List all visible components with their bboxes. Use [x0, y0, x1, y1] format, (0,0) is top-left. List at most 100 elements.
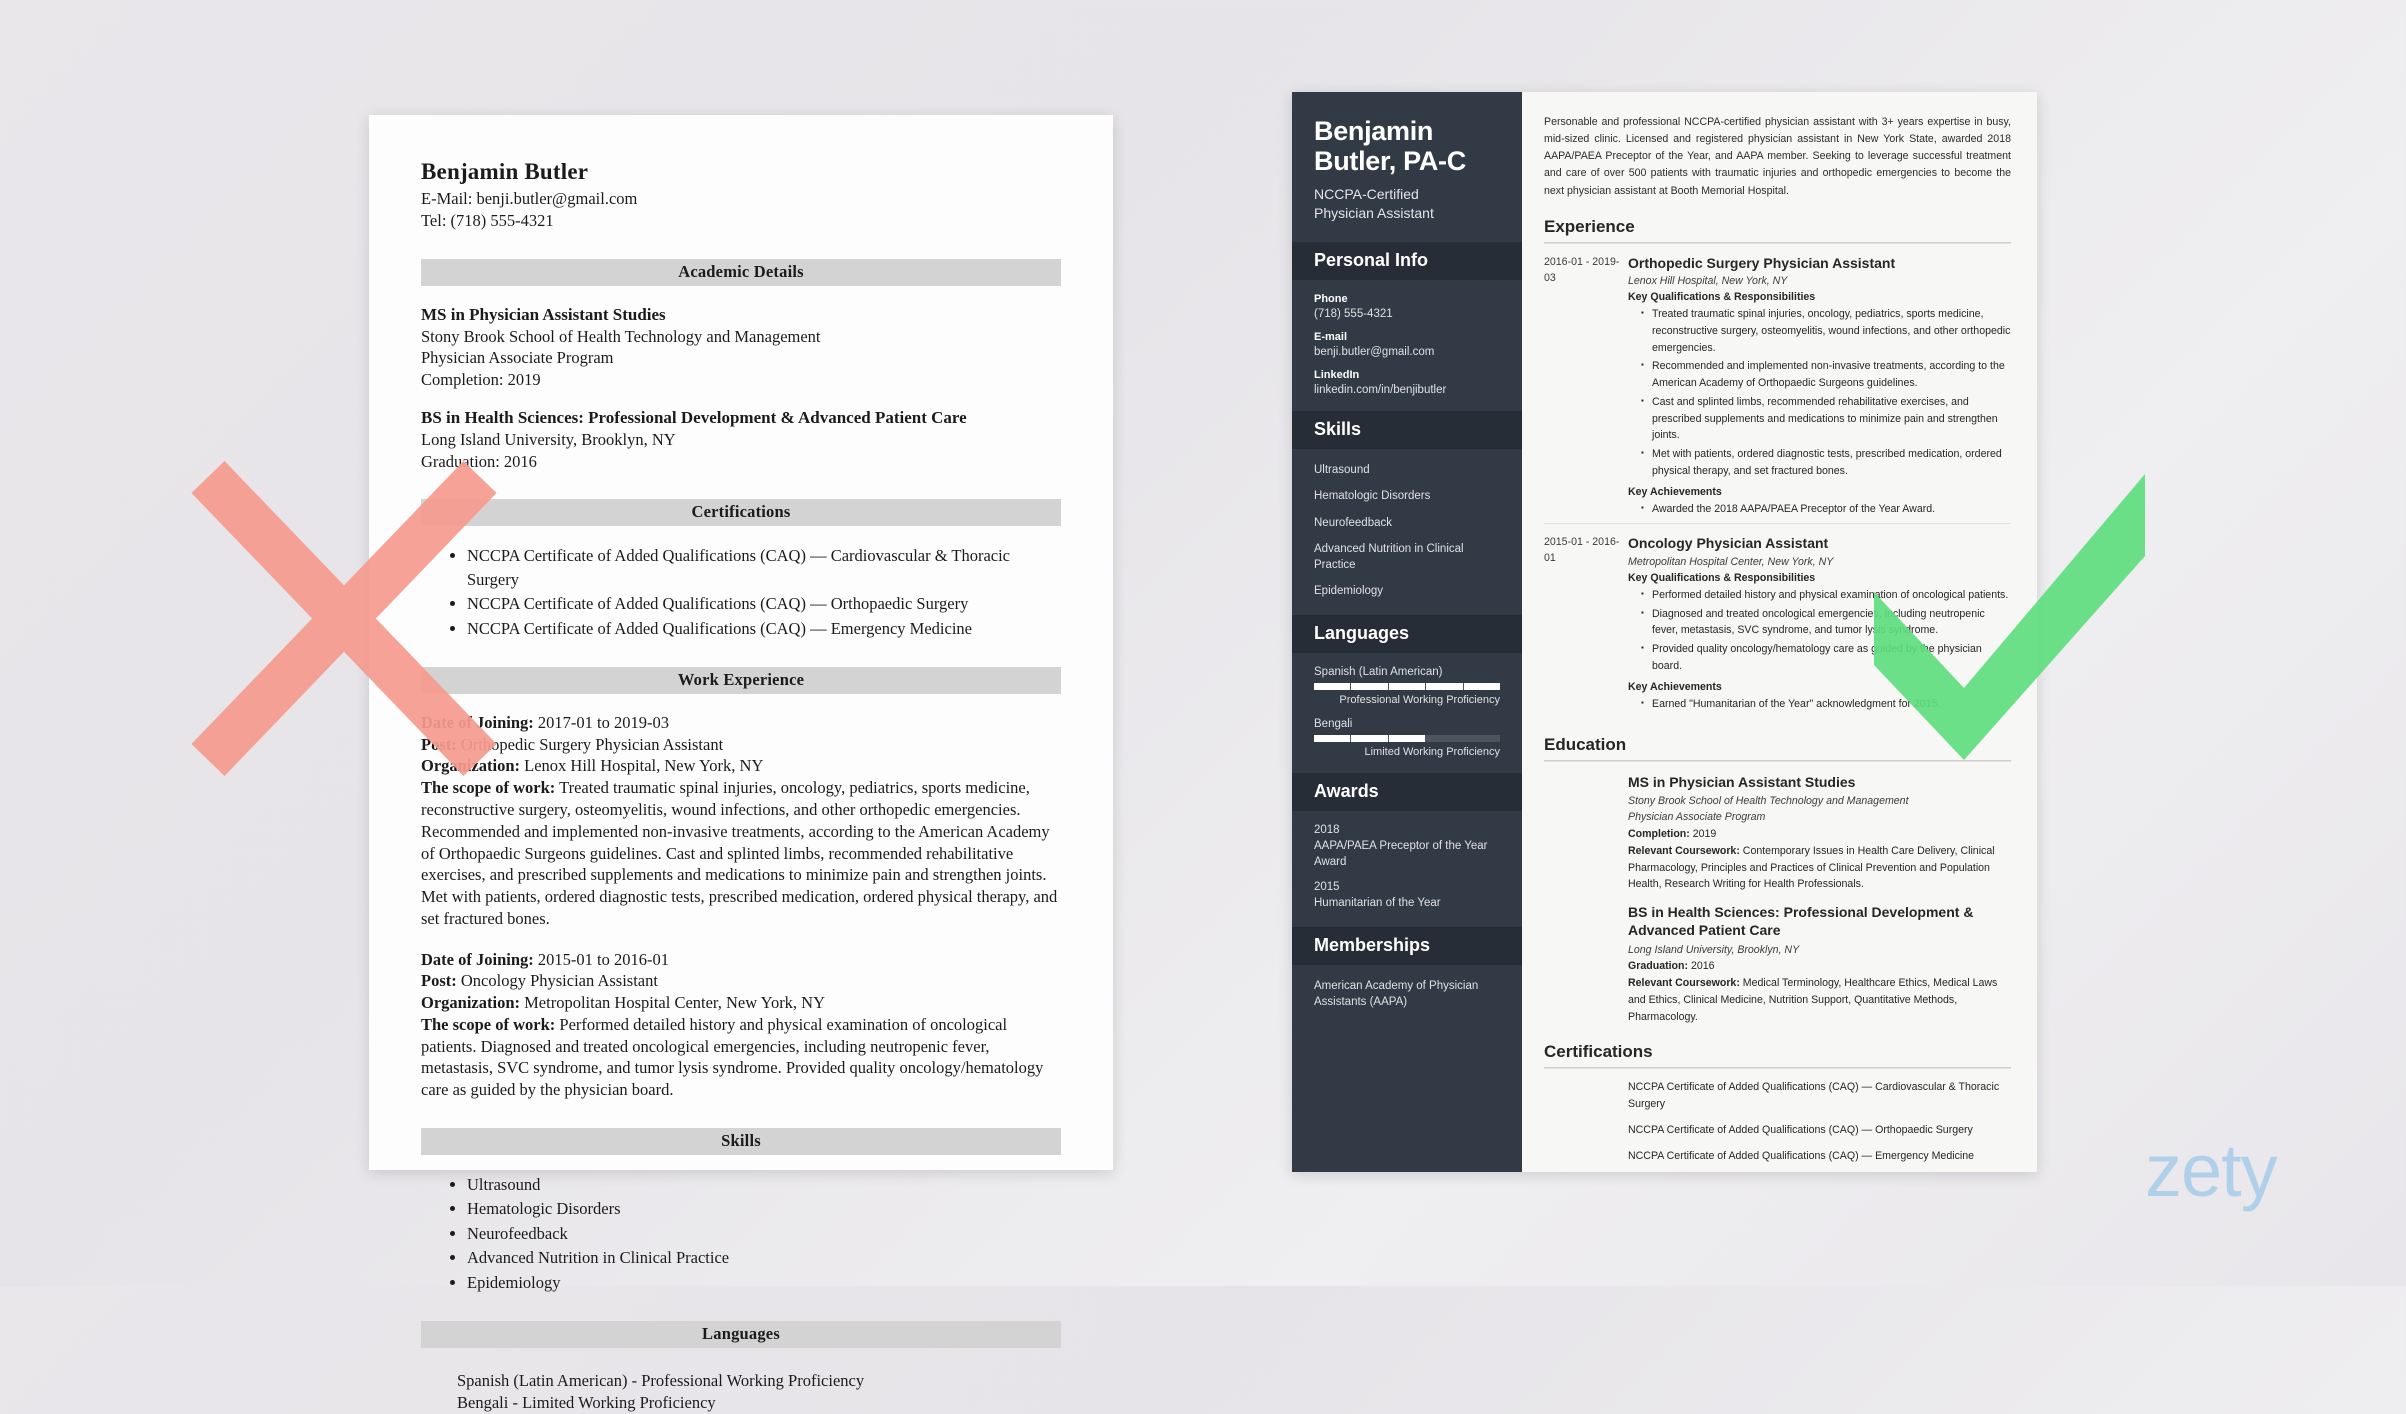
- education-date-value: 2016: [1688, 960, 1715, 973]
- education-degree: MS in Physician Assistant Studies: [1628, 774, 1856, 791]
- work-org: Organization: Lenox Hill Hospital, New Y…: [421, 755, 1061, 777]
- work-post-label: Post:: [421, 734, 457, 754]
- experience-date: 2015-01 - 2016-01: [1544, 536, 1620, 565]
- work-scope-label: The scope of work:: [421, 778, 556, 798]
- certifications-list: NCCPA Certificate of Added Qualification…: [467, 544, 1061, 640]
- education-degree: BS in Health Sciences: Professional Deve…: [1628, 904, 1974, 939]
- bad-resume-name: Benjamin Butler: [421, 159, 589, 184]
- languages-list: Spanish (Latin American) - Professional …: [421, 1366, 1061, 1414]
- work-org-label: Organization:: [421, 993, 520, 1013]
- list-item: Treated traumatic spinal injuries, oncol…: [1641, 306, 2011, 356]
- section-header-work-experience: Work Experience: [421, 666, 1061, 694]
- skills-body: Ultrasound Hematologic Disorders Neurofe…: [1292, 449, 1522, 615]
- coursework-label: Relevant Coursework:: [1628, 977, 1740, 990]
- main-heading-education: Education: [1544, 735, 2011, 762]
- qualifications-heading: Key Qualifications & Responsibilities: [1628, 571, 1816, 584]
- skill-item: Epidemiology: [1314, 585, 1384, 598]
- education-school: Long Island University, Brooklyn, NY: [1628, 943, 1800, 956]
- work-date-value: 2017-01 to 2019-03: [533, 712, 669, 732]
- certification-item: NCCPA Certificate of Added Qualification…: [1628, 1123, 1973, 1136]
- language-level: Limited Working Proficiency: [1364, 745, 1500, 758]
- language-name: Bengali: [1314, 717, 1353, 730]
- language-bar-ticks: [1314, 734, 1500, 742]
- bad-resume-phone: Tel: (718) 555-4321: [421, 210, 554, 230]
- qualifications-list: Performed detailed history and physical …: [1641, 587, 2011, 675]
- candidate-title-line2: Physician Assistant: [1314, 204, 1434, 221]
- language-bar-ticks: [1314, 682, 1500, 690]
- list-item: Performed detailed history and physical …: [1641, 587, 2011, 604]
- coursework-label: Relevant Coursework:: [1628, 844, 1740, 857]
- candidate-name-line1: Benjamin: [1314, 116, 1434, 146]
- section-header-certifications: Certifications: [421, 499, 1061, 527]
- education-date-value: 2019: [1689, 828, 1717, 841]
- work-org-value: Metropolitan Hospital Center, New York, …: [520, 993, 826, 1013]
- work-post-value: Orthopedic Surgery Physician Assistant: [456, 734, 724, 754]
- work-org: Organization: Metropolitan Hospital Cent…: [421, 992, 1061, 1014]
- candidate-title-line1: NCCPA-Certified: [1314, 186, 1419, 203]
- education-program: Physician Associate Program: [421, 348, 614, 368]
- zety-watermark: zety: [2145, 1129, 2278, 1212]
- work-scope: The scope of work: Performed detailed hi…: [421, 1014, 1061, 1101]
- phone-value: (718) 555-4321: [1314, 307, 1393, 320]
- certification-item: NCCPA Certificate of Added Qualification…: [1628, 1149, 1975, 1162]
- education-school: Stony Brook School of Health Technology …: [1628, 795, 1909, 808]
- phone-label: Phone: [1314, 292, 1348, 305]
- list-item: NCCPA Certificate of Added Qualification…: [467, 592, 1061, 615]
- section-header-languages: Languages: [421, 1321, 1061, 1349]
- list-item: Recommended and implemented non-invasive…: [1641, 358, 2011, 391]
- education-date-label: Graduation:: [1628, 960, 1689, 973]
- language-proficiency-bar: [1314, 734, 1500, 742]
- work-scope-value: Treated traumatic spinal injuries, oncol…: [421, 778, 1058, 928]
- education-coursework: Relevant Coursework: Medical Terminology…: [1628, 975, 2011, 1025]
- memberships-body: American Academy of Physician Assistants…: [1292, 965, 1522, 1026]
- list-item: Awarded the 2018 AAPA/PAEA Preceptor of …: [1641, 501, 2011, 518]
- email-value: benji.butler@gmail.com: [1314, 345, 1435, 358]
- award-year: 2015: [1314, 881, 1340, 894]
- list-item: Diagnosed and treated oncological emerge…: [1641, 606, 2011, 639]
- work-date-value: 2015-01 to 2016-01: [533, 949, 669, 969]
- work-date: Date of Joining: 2015-01 to 2016-01: [421, 949, 1061, 971]
- qualifications-list: Treated traumatic spinal injuries, oncol…: [1641, 306, 2011, 479]
- education-entry: MS in Physician Assistant Studies Stony …: [1544, 761, 2011, 1025]
- education-school: Long Island University, Brooklyn, NY: [421, 430, 676, 450]
- list-item: Provided quality oncology/hematology car…: [1641, 641, 2011, 674]
- work-entry: Date of Joining: 2015-01 to 2016-01 Post…: [421, 949, 1061, 1101]
- achievements-heading: Key Achievements: [1628, 485, 1722, 498]
- education-program: Physician Associate Program: [1628, 811, 1766, 824]
- list-item: Met with patients, ordered diagnostic te…: [1641, 446, 2011, 479]
- list-item: Hematologic Disorders: [467, 1197, 1061, 1220]
- certifications-entry: NCCPA Certificate of Added Qualification…: [1544, 1068, 2011, 1164]
- work-scope: The scope of work: Treated traumatic spi…: [421, 777, 1061, 929]
- experience-organization: Lenox Hill Hospital, New York, NY: [1628, 275, 1788, 288]
- linkedin-value: linkedin.com/in/benjibutler: [1314, 383, 1447, 396]
- main-heading-experience: Experience: [1544, 217, 2011, 243]
- qualifications-heading: Key Qualifications & Responsibilities: [1628, 291, 1816, 304]
- sidebar-heading-personal-info: Personal Info: [1292, 241, 1522, 280]
- sidebar-heading-languages: Languages: [1292, 614, 1522, 653]
- experience-organization: Metropolitan Hospital Center, New York, …: [1628, 555, 1834, 568]
- education-entry: BS in Health Sciences: Professional Deve…: [421, 407, 1061, 472]
- award-year: 2018: [1314, 823, 1340, 836]
- resume-sidebar: Benjamin Butler, PA-C NCCPA-Certified Ph…: [1292, 92, 1522, 1172]
- award-name: Humanitarian of the Year: [1314, 897, 1441, 910]
- experience-title: Oncology Physician Assistant: [1628, 535, 1829, 552]
- work-post: Post: Oncology Physician Assistant: [421, 970, 1061, 992]
- education-date: Completion: 2019: [421, 369, 541, 389]
- education-school: Stony Brook School of Health Technology …: [421, 326, 821, 346]
- email-label: E-mail: [1314, 330, 1348, 343]
- skill-item: Advanced Nutrition in Clinical Practice: [1314, 542, 1464, 572]
- list-item: Bengali - Limited Working Proficiency: [457, 1393, 716, 1412]
- skills-list: Ultrasound Hematologic Disorders Neurofe…: [467, 1173, 1061, 1294]
- work-post-value: Oncology Physician Assistant: [456, 971, 658, 991]
- work-org-value: Lenox Hill Hospital, New York, NY: [520, 756, 764, 776]
- education-entry: MS in Physician Assistant Studies Stony …: [421, 304, 1061, 390]
- list-item: NCCPA Certificate of Added Qualification…: [467, 544, 1061, 591]
- bad-resume-email: E-Mail: benji.butler@gmail.com: [421, 189, 638, 208]
- work-date: Date of Joining: 2017-01 to 2019-03: [421, 712, 1061, 734]
- section-header-academic-details: Academic Details: [421, 258, 1061, 286]
- work-scope-label: The scope of work:: [421, 1014, 556, 1034]
- education-coursework: Relevant Coursework: Contemporary Issues…: [1628, 843, 2011, 893]
- education-date: Graduation: 2016: [1628, 958, 2011, 975]
- work-entry: Date of Joining: 2017-01 to 2019-03 Post…: [421, 712, 1061, 930]
- achievements-list: Awarded the 2018 AAPA/PAEA Preceptor of …: [1641, 501, 2011, 518]
